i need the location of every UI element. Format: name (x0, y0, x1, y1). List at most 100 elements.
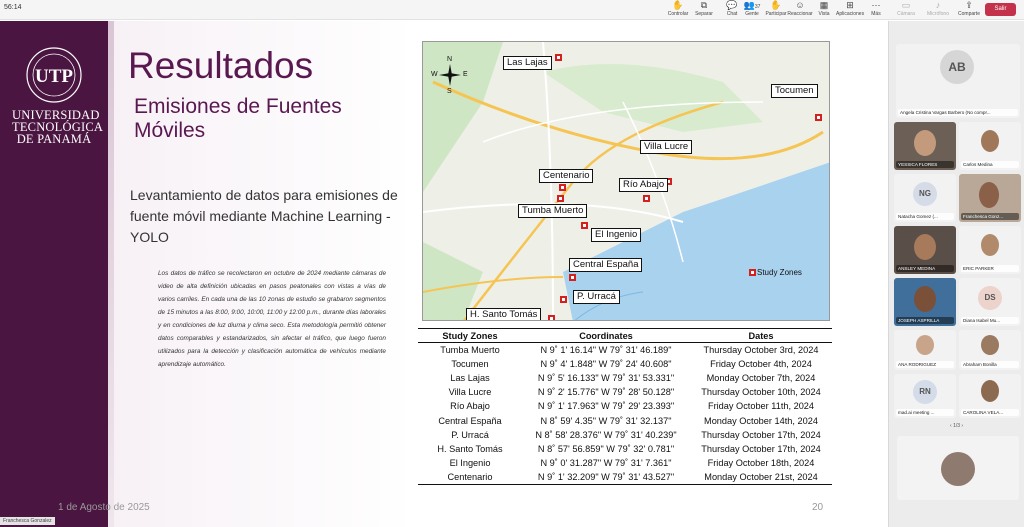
slide-title: Resultados (128, 45, 314, 86)
participant-name: Carlos Medina (961, 161, 1019, 168)
avatar: NG (913, 182, 937, 206)
avatar: DS (978, 286, 1002, 310)
table-row: Río Abajo N 9˚ 1' 17.963" W 79˚ 29' 23.39… (418, 399, 832, 413)
participant-tile[interactable]: ANA RODRIGUEZ (894, 330, 956, 370)
cell-coordinates: N 8˚ 59' 4.35" W 79˚ 31' 32.137" (540, 415, 672, 426)
leave-button[interactable]: Salir (985, 3, 1016, 16)
column-header-coordinates: Coordinates (522, 328, 690, 343)
control-icon: ✋ (672, 0, 684, 10)
participant-tile[interactable]: AB Angela Cristina Vargas Barbero (No co… (896, 44, 1020, 118)
participant-video (914, 130, 936, 156)
camera-button[interactable]: ▭ Cámara (892, 0, 920, 20)
popout-button[interactable]: ⧉ Separar (690, 0, 718, 20)
participant-tile[interactable]: YESSICA FLORES (894, 122, 956, 170)
participant-name: Natacha Gomez (... (896, 213, 954, 220)
participant-name: JOSEPH ASPRILLA (896, 317, 954, 324)
cell-date: Friday October 4th, 2024 (710, 358, 812, 369)
compass-rose: N S E W (431, 56, 468, 95)
map-label-tumba-muerto: Tumba Muerto (518, 204, 588, 218)
cell-zone: H. Santo Tomás (437, 443, 503, 454)
participant-name: Angela Cristina Vargas Barbero (No compr… (898, 109, 1018, 116)
participant-tile[interactable]: ERIC PARKER (959, 226, 1021, 274)
participant-name: ERIC PARKER (961, 265, 1019, 272)
map-label-tocumen: Tocumen (771, 84, 818, 98)
map-label-el-ingenio: El Ingenio (591, 228, 642, 242)
pager-label: 1/3 (953, 423, 961, 429)
view-icon: ▦ (819, 0, 829, 10)
participant-tile[interactable]: RN mad.ai meeting ... (894, 374, 956, 418)
compass-west: W (431, 71, 438, 78)
self-view-tile[interactable] (897, 436, 1019, 500)
self-video (941, 452, 975, 486)
cell-coordinates: N 9˚ 5' 16.133" W 79˚ 31' 53.331" (537, 372, 675, 383)
marker-central-espana (569, 274, 576, 281)
slide-date: 1 de Agosto de 2025 (58, 502, 150, 513)
participant-name: Diana Isabel Mu... (961, 317, 1019, 324)
map-label-rio-abajo: Río Abajo (619, 178, 669, 192)
university-name: UNIVERSIDAD TECNOLÓGICA DE PANAMÁ (12, 108, 104, 146)
cell-date: Friday October 18th, 2024 (707, 458, 815, 469)
marker-h-santo-tomas (548, 315, 555, 320)
more-button[interactable]: ⋯ Más (862, 0, 890, 20)
table-row: Tocumen N 9˚ 4' 1.848" W 79˚ 24' 40.608" F… (418, 357, 832, 371)
cell-date: Thursday October 3rd, 2024 (703, 344, 819, 355)
participant-video (916, 335, 934, 355)
presenter-name-tag: Franchesca Gonzalez (0, 517, 55, 525)
participant-video (981, 335, 999, 355)
mic-icon: ♪ (935, 0, 941, 10)
participant-name: Abraham Bonilla (961, 361, 1019, 368)
participant-tile[interactable]: Abraham Bonilla (959, 330, 1021, 370)
cell-zone: Villa Lucre (448, 387, 492, 398)
popout-icon: ⧉ (700, 0, 708, 10)
participant-tile[interactable]: NG Natacha Gomez (... (894, 174, 956, 222)
legend-label: Study Zones (757, 268, 802, 277)
chevron-right-icon[interactable]: › (961, 423, 963, 429)
map-label-central-espana: Central España (569, 258, 643, 272)
share-button[interactable]: ⇪ Comparte (955, 0, 983, 20)
participant-name: CAROLINA VELA... (961, 409, 1019, 416)
participant-tile[interactable]: Franchesca Gonz... (959, 174, 1021, 222)
participant-tile[interactable]: Carlos Medina (959, 122, 1021, 170)
cell-date: Thursday October 17th, 2024 (701, 429, 821, 440)
apps-icon: ⊞ (846, 0, 854, 10)
cell-zone: Tumba Muerto (440, 344, 500, 355)
participant-tile[interactable]: ANSLEY MEDINA (894, 226, 956, 274)
cell-coordinates: N 9˚ 1' 17.963" W 79˚ 29' 23.393" (537, 401, 675, 412)
participants-pager[interactable]: ‹ 1/3 › (950, 423, 963, 429)
mic-button[interactable]: ♪ Micrófono (924, 0, 952, 20)
chevron-left-icon[interactable]: ‹ (950, 423, 952, 429)
marker-tumba-muerto (557, 195, 564, 202)
control-button[interactable]: ✋ Controlar (664, 0, 692, 20)
map-label-centenario: Centenario (539, 169, 594, 183)
more-icon: ⋯ (871, 0, 881, 10)
participant-video (979, 182, 999, 208)
map-label-h-santo-tomas: H. Santo Tomás (466, 308, 542, 320)
cell-coordinates: N 9˚ 0' 31.287" W 79˚ 31' 7.361" (540, 458, 672, 469)
participant-tile[interactable]: JOSEPH ASPRILLA (894, 278, 956, 326)
cell-zone: Centenario (418, 470, 522, 485)
apps-button[interactable]: ⊞ Aplicaciones (836, 0, 864, 20)
cell-zone: Tocumen (451, 358, 489, 369)
cell-zone: Las Lajas (450, 372, 490, 383)
compass-north: N (447, 56, 453, 63)
marker-las-lajas (555, 54, 562, 61)
slide-sidebar-band: UTP UNIVERSIDAD TECNOLÓGICA DE PANAMÁ (0, 21, 108, 527)
view-button[interactable]: ▦ Vista (810, 0, 838, 20)
table-row: Villa Lucre N 9˚ 2' 15.776" W 79˚ 28' 50.… (418, 385, 832, 399)
participant-video (914, 234, 936, 260)
participant-video (914, 286, 936, 312)
cell-date: Monday October 21st, 2024 (690, 470, 832, 485)
table-row: Las Lajas N 9˚ 5' 16.133" W 79˚ 31' 53.33… (418, 371, 832, 385)
participant-video (981, 234, 999, 256)
marker-p-urraca (560, 296, 567, 303)
participant-tile[interactable]: DS Diana Isabel Mu... (959, 278, 1021, 326)
meeting-toolbar: 56:14 ✋ Controlar ⧉ Separar 💬 Chat 👥37 Gente… (0, 0, 1024, 20)
participant-tile[interactable]: CAROLINA VELA... (959, 374, 1021, 418)
slide-page-number: 20 (812, 502, 824, 513)
table-row: P. Urracá N 8˚ 58' 28.376" W 79˚ 31' 40.2… (418, 428, 832, 442)
cell-date: Monday October 7th, 2024 (706, 372, 816, 383)
cell-date: Friday October 11th, 2024 (707, 401, 815, 412)
participant-video (981, 130, 999, 152)
table-row: Tumba Muerto N 9˚ 1' 16.14" W 79˚ 31' 46.… (418, 343, 832, 357)
compass-east: E (463, 71, 468, 78)
